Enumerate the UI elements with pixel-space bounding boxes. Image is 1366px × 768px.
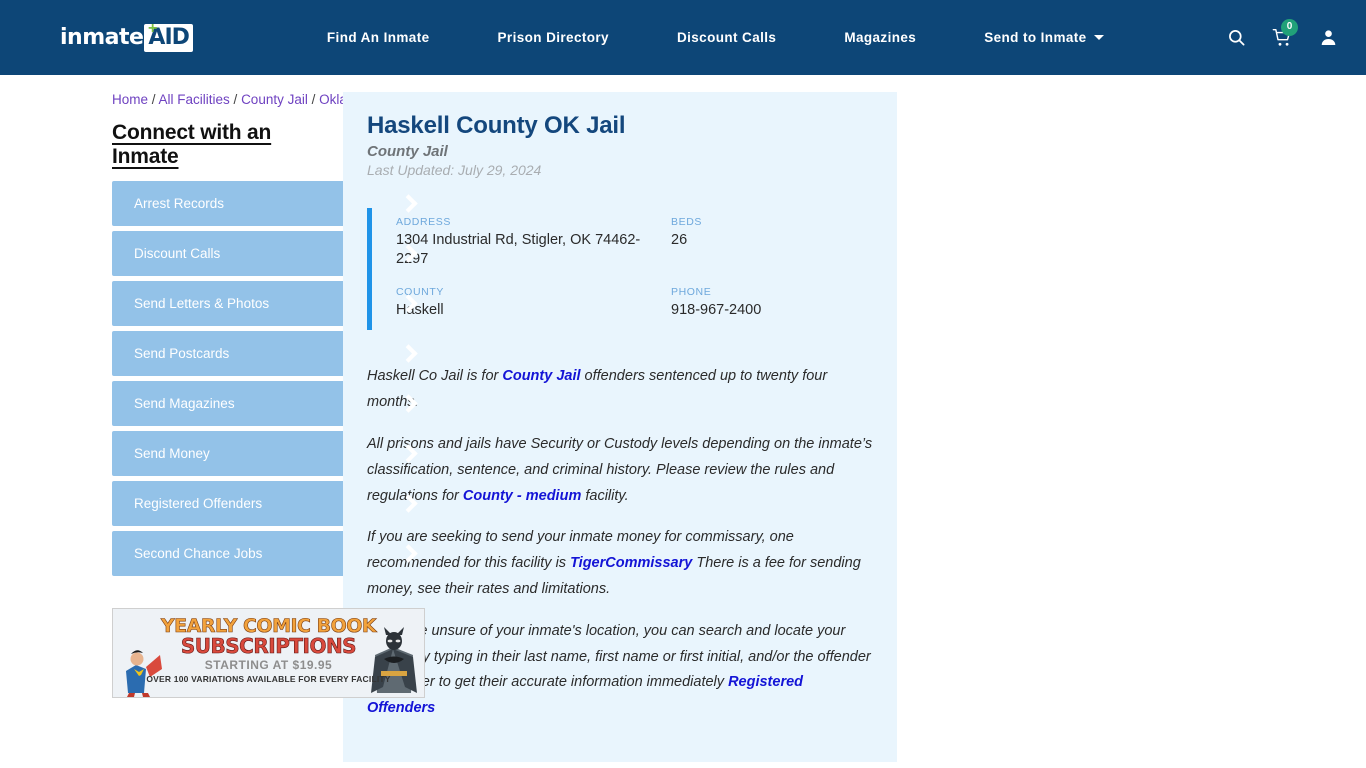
info-field-county: COUNTY Haskell [396,286,671,320]
last-updated-text: Last Updated: July 29, 2024 [367,162,542,178]
logo-plus-icon: + [148,19,158,37]
breadcrumb: Home / All Facilities / County Jail / Ok… [112,92,381,107]
info-label: PHONE [671,286,712,299]
nav-item-magazines[interactable]: Magazines [810,30,950,45]
breadcrumb-separator: / [148,92,159,107]
nav-item-send-to-inmate[interactable]: Send to Inmate [950,30,1137,45]
site-header: inmate AID + Find An Inmate Prison Direc… [0,0,1366,75]
ad-line-2: SUBSCRIPTIONS [180,634,357,659]
page-title: Haskell County OK Jail [367,112,626,139]
nav-item-prison-directory[interactable]: Prison Directory [464,30,643,45]
info-value: 1304 Industrial Rd, Stigler, OK 74462-22… [396,232,641,268]
link-tigercommissary[interactable]: TigerCommissary [570,555,692,571]
paragraph-3: If you are seeking to send your inmate m… [367,525,873,602]
logo-wordmark: inmate [60,25,144,50]
nav-label: Send to Inmate [984,30,1087,45]
left-sidebar: Home / All Facilities / County Jail / Ok… [0,92,433,768]
info-field-phone: PHONE 918-967-2400 [671,286,873,320]
link-county-medium[interactable]: County - medium [463,488,581,504]
breadcrumb-item-all-facilities[interactable]: All Facilities [159,92,230,107]
sidebar-heading: Connect with an Inmate [112,121,272,168]
paragraph-4: If you are unsure of your inmate's locat… [367,619,873,722]
facility-description: Haskell Co Jail is for County Jail offen… [367,364,873,722]
comic-book-ad-banner[interactable]: YEARLY COMIC BOOK SUBSCRIPTIONS STARTING… [112,608,425,698]
text-fragment: Haskell Co Jail is for [367,368,503,385]
breadcrumb-separator: / [307,92,320,107]
info-value: 918-967-2400 [671,302,762,319]
info-field-beds: BEDS 26 [671,216,873,269]
paragraph-1: Haskell Co Jail is for County Jail offen… [367,364,873,416]
chevron-down-icon [1093,35,1104,40]
link-county-jail[interactable]: County Jail [502,368,580,384]
user-account-icon[interactable] [1319,28,1338,47]
facility-info-block: ADDRESS 1304 Industrial Rd, Stigler, OK … [367,208,873,331]
nav-label: Discount Calls [676,30,777,45]
text-fragment: facility. [581,487,629,504]
main-content: Haskell County OK Jail County Jail Last … [330,92,1366,768]
nav-label: Prison Directory [497,30,609,45]
facility-type: County Jail [367,143,448,160]
nav-item-discount-calls[interactable]: Discount Calls [643,30,810,45]
shopping-cart-icon[interactable]: 0 [1272,18,1298,48]
paragraph-2: All prisons and jails have Security or C… [367,432,873,509]
primary-navigation: Find An Inmate Prison Directory Discount… [293,30,1209,45]
cart-count-badge: 0 [1281,18,1298,36]
info-field-address: ADDRESS 1304 Industrial Rd, Stigler, OK … [396,216,671,269]
facility-card: Haskell County OK Jail County Jail Last … [343,92,897,762]
breadcrumb-item-home[interactable]: Home [112,92,148,107]
nav-label: Magazines [844,30,917,45]
site-logo[interactable]: inmate AID + [60,19,193,52]
nav-item-find-an-inmate[interactable]: Find An Inmate [293,30,464,45]
nav-label: Find An Inmate [326,30,430,45]
info-label: ADDRESS [396,216,451,228]
info-label: BEDS [671,216,702,228]
ad-line-3: STARTING AT $19.95 [204,658,333,672]
search-icon[interactable] [1227,28,1246,47]
breadcrumb-separator: / [229,92,242,107]
header-icon-group: 0 [1209,18,1338,48]
info-value: Haskell [396,302,444,319]
ad-artwork: YEARLY COMIC BOOK SUBSCRIPTIONS STARTING… [113,609,424,697]
page-body: Home / All Facilities / County Jail / Ok… [0,75,1366,768]
ad-line-4: OVER 100 VARIATIONS AVAILABLE FOR EVERY … [146,674,391,684]
info-label: COUNTY [396,286,444,299]
breadcrumb-item-county-jail[interactable]: County Jail [241,92,308,107]
info-value: 26 [671,232,688,248]
